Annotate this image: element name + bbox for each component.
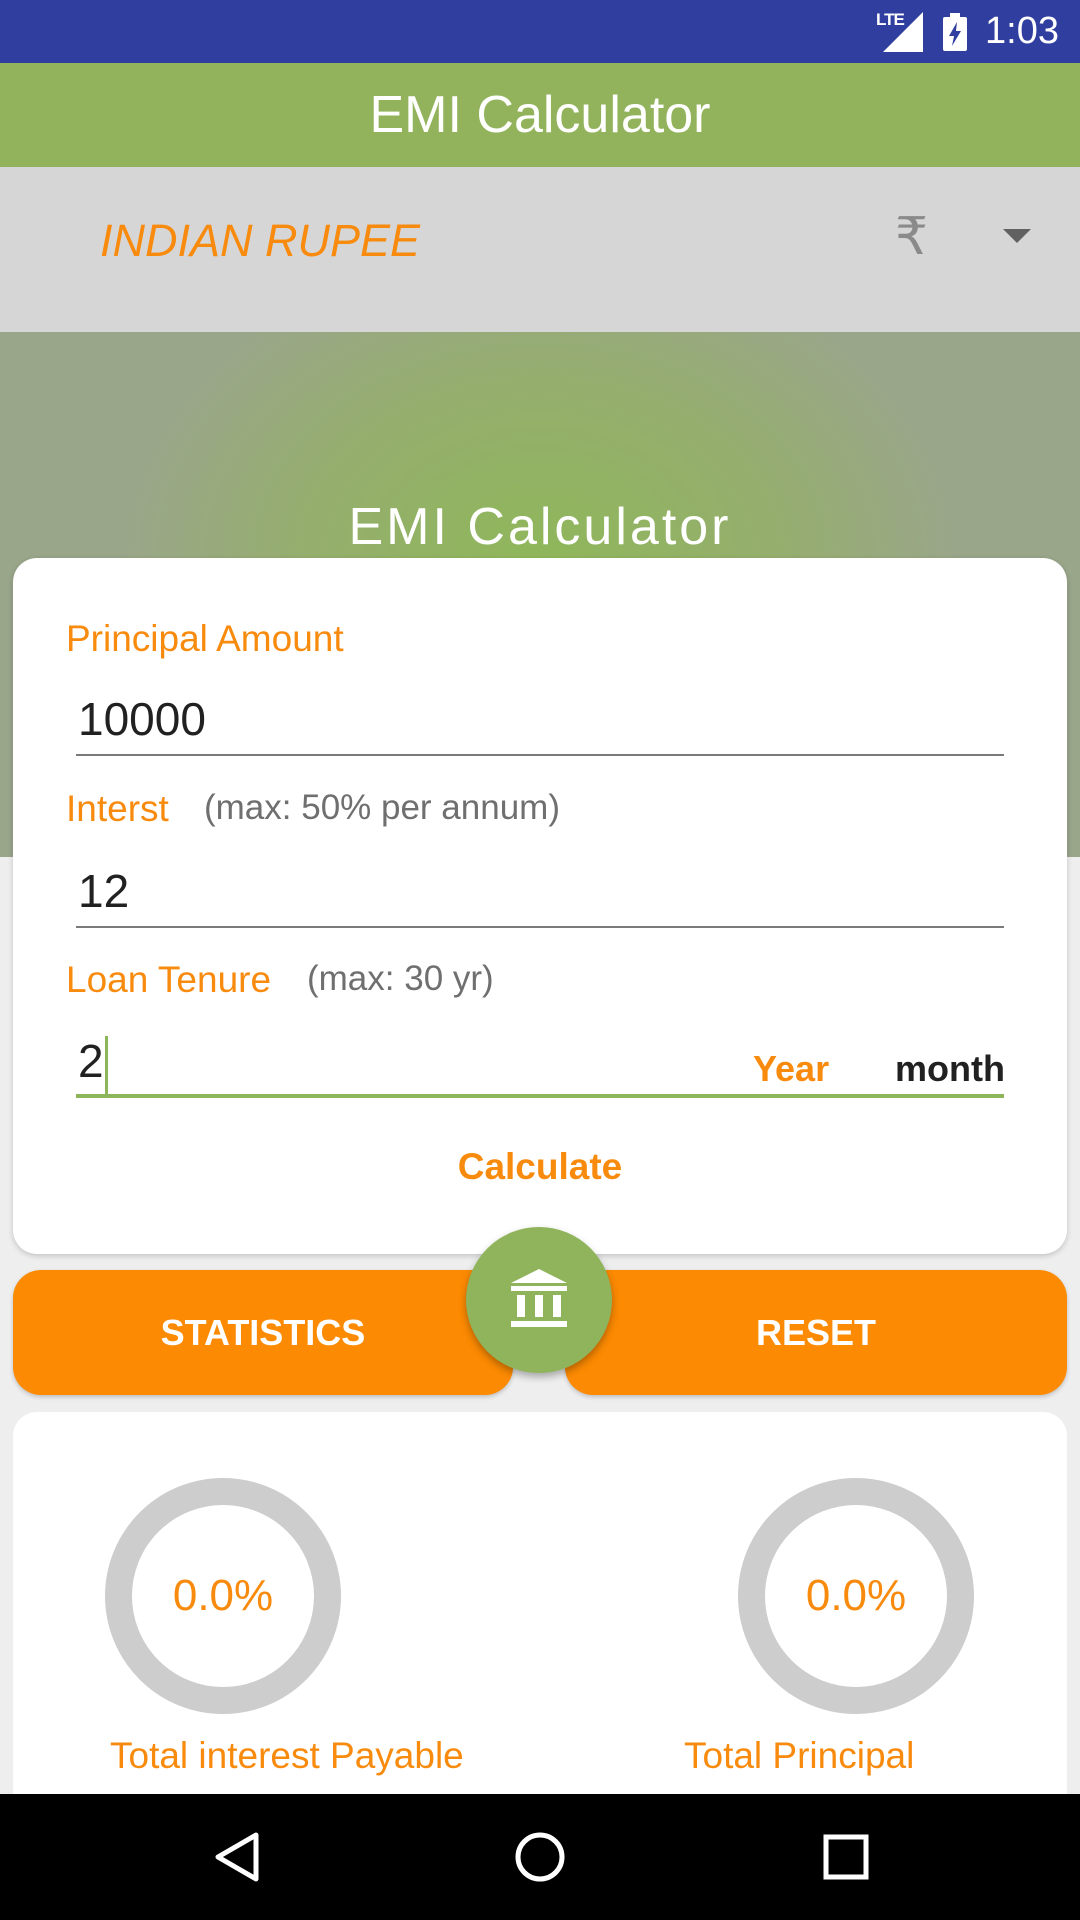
home-icon[interactable] bbox=[512, 1829, 568, 1885]
principal-label: Principal Amount bbox=[66, 618, 344, 659]
statistics-button[interactable]: STATISTICS bbox=[13, 1270, 513, 1395]
interest-hint: (max: 50% per annum) bbox=[204, 788, 560, 827]
navigation-bar bbox=[0, 1794, 1080, 1920]
network-type: LTE bbox=[876, 10, 905, 29]
currency-selector[interactable]: INDIAN RUPEE ₹ bbox=[0, 167, 1080, 332]
bank-icon bbox=[511, 1269, 567, 1327]
principal-percent: 0.0% bbox=[805, 1571, 907, 1620]
tenure-input[interactable]: 2 bbox=[76, 1028, 1004, 1098]
interest-input[interactable]: 12 bbox=[76, 858, 1004, 928]
principal-input[interactable]: 10000 bbox=[76, 686, 1004, 756]
app-title: EMI Calculator bbox=[369, 86, 711, 144]
tenure-hint: (max: 30 yr) bbox=[307, 959, 494, 998]
battery-charging-icon bbox=[943, 13, 967, 51]
text-cursor bbox=[104, 1035, 108, 1094]
calculate-button[interactable]: Calculate bbox=[13, 1146, 1067, 1188]
interest-percent: 0.0% bbox=[172, 1571, 274, 1620]
unit-month-toggle[interactable]: month bbox=[895, 1048, 1005, 1090]
loan-form-card: Principal Amount 10000 Interst (max: 50%… bbox=[13, 558, 1067, 1254]
reset-button[interactable]: RESET bbox=[565, 1270, 1067, 1395]
interest-total-label: Total interest Payable bbox=[110, 1735, 464, 1776]
interest-progress-ring: 0.0% bbox=[105, 1478, 341, 1714]
dropdown-arrow-icon[interactable] bbox=[1003, 229, 1031, 243]
unit-year-toggle[interactable]: Year bbox=[753, 1048, 829, 1090]
bank-fab-button[interactable] bbox=[466, 1227, 612, 1373]
statistics-card: 0.0% Total interest Payable 0.0% Total P… bbox=[13, 1412, 1067, 1812]
back-icon[interactable] bbox=[210, 1829, 266, 1885]
hero-title: EMI Calculator bbox=[348, 498, 732, 556]
interest-label: Interst bbox=[66, 788, 169, 829]
recents-icon[interactable] bbox=[818, 1829, 874, 1885]
tenure-value: 2 bbox=[78, 1035, 104, 1087]
app-bar: EMI Calculator bbox=[0, 63, 1080, 167]
tenure-label: Loan Tenure bbox=[66, 959, 272, 1000]
clock: 1:03 bbox=[985, 10, 1059, 52]
principal-progress-ring: 0.0% bbox=[738, 1478, 974, 1714]
principal-total-label: Total Principal bbox=[684, 1735, 915, 1776]
rupee-icon: ₹ bbox=[895, 207, 929, 267]
currency-name: INDIAN RUPEE bbox=[100, 215, 421, 266]
status-bar: LTE 1:03 bbox=[0, 0, 1080, 63]
